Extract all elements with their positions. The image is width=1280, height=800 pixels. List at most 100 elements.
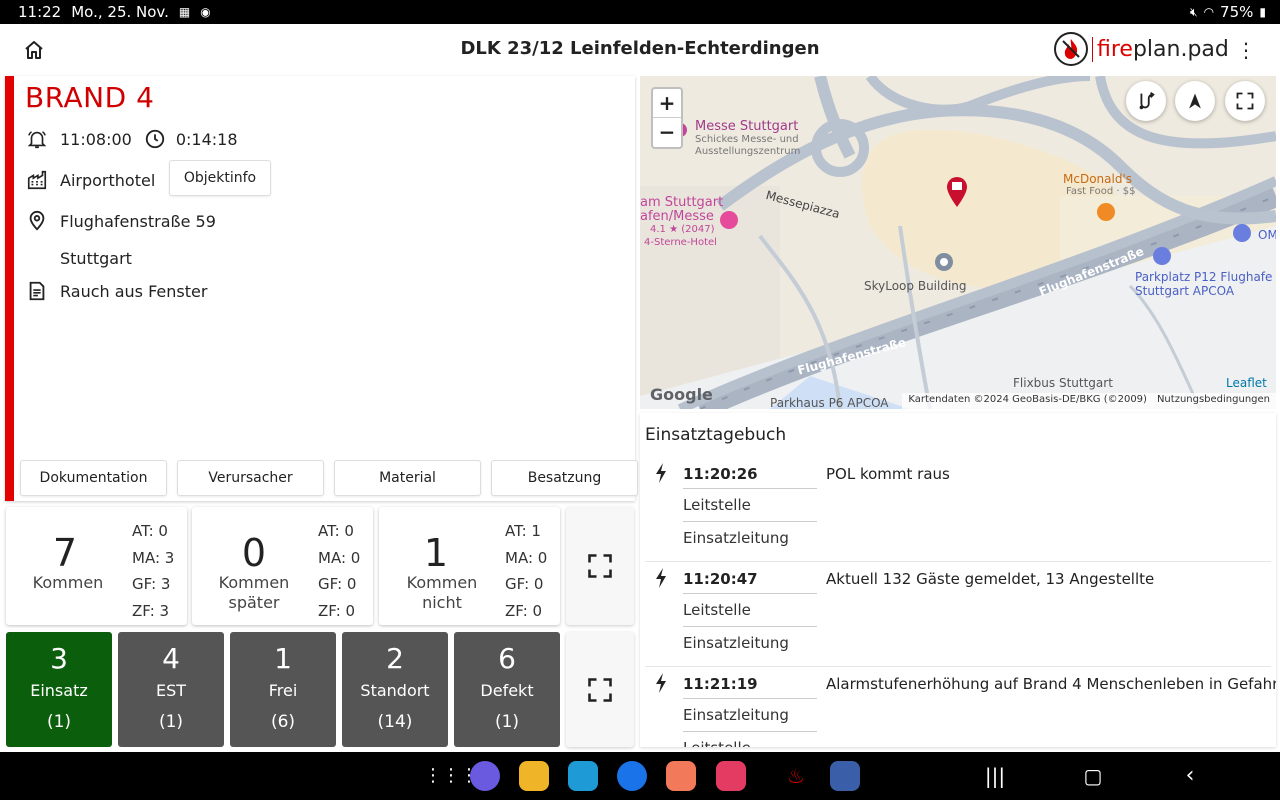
object-name: Airporthotel xyxy=(60,170,156,190)
journal-entry-to: Einsatzleitung xyxy=(683,634,789,652)
vehicle-status-label: Defekt xyxy=(480,681,534,700)
brand-name: fireplan.pad xyxy=(1092,36,1229,62)
crew-button[interactable]: Besatzung xyxy=(491,460,638,496)
documentation-button[interactable]: Dokumentation xyxy=(20,460,167,496)
status-time: 11:22 xyxy=(18,3,62,21)
bolt-icon xyxy=(656,673,666,693)
material-button[interactable]: Material xyxy=(334,460,481,496)
address-street: Flughafenstraße 59 xyxy=(60,211,216,231)
zoom-control: + − xyxy=(651,87,683,149)
map-label-hotel-type: 4-Sterne-Hotel xyxy=(644,237,717,248)
expand-responses-icon[interactable] xyxy=(566,507,634,625)
object-row: Airporthotel xyxy=(26,169,155,191)
vehicle-status-label: Standort xyxy=(360,681,430,700)
description-row: Rauch aus Fenster xyxy=(26,280,207,302)
journal-divider xyxy=(683,626,817,627)
elapsed-time: 0:14:18 xyxy=(175,129,238,149)
response-card-coming-later[interactable]: 0 Kommen später AT: 0 MA: 0 GF: 0 ZF: 0 xyxy=(192,507,373,625)
fireplan-logo-icon xyxy=(1054,32,1088,66)
expand-vehicles-icon[interactable] xyxy=(566,632,634,747)
vehicle-status-einsatz[interactable]: 3 Einsatz (1) xyxy=(6,632,112,747)
calendar-status-icon: ▦ xyxy=(178,5,191,19)
vehicle-status-label: EST xyxy=(155,681,187,700)
incident-actions: Dokumentation Verursacher Material Besat… xyxy=(20,460,638,496)
journal-divider xyxy=(683,593,817,594)
app-drawer-icon[interactable]: ⋮⋮⋮ xyxy=(424,761,478,791)
battery-icon: ▮ xyxy=(1259,5,1266,19)
map-label-messe-sub2: Ausstellungszentrum xyxy=(695,146,801,157)
vehicle-count: 3 xyxy=(50,642,68,675)
zoom-in-button[interactable]: + xyxy=(653,89,681,118)
contacts-app-icon[interactable] xyxy=(666,761,696,791)
polluter-button[interactable]: Verursacher xyxy=(177,460,324,496)
vehicle-status-label: Frei xyxy=(268,681,298,700)
journal-title: Einsatztagebuch xyxy=(645,425,787,445)
incident-map[interactable]: + − Messe Stuttgart Schickes Messe- und … xyxy=(640,76,1276,409)
journal-entry-to: Leitstelle xyxy=(683,739,817,747)
vehicle-status-standort[interactable]: 2 Standort (14) xyxy=(342,632,448,747)
journal-entry[interactable]: 11:20:26 Leitstelle Einsatzleitung POL k… xyxy=(645,457,1271,562)
object-info-button[interactable]: Objektinfo xyxy=(169,160,271,196)
home-nav-icon[interactable]: ▢ xyxy=(1078,761,1108,791)
mute-status-icon: 🔇︎ xyxy=(1190,4,1198,19)
more-vert-icon[interactable]: ⋮ xyxy=(1236,38,1256,62)
zoom-out-button[interactable]: − xyxy=(653,118,681,147)
vehicle-sub-count: (1) xyxy=(158,712,184,732)
vehicle-sub-count: (1) xyxy=(494,712,520,732)
messages-app-icon[interactable] xyxy=(617,761,647,791)
files-app-icon[interactable] xyxy=(519,761,549,791)
brand-logo: fireplan.pad xyxy=(1054,32,1229,66)
camera-app-icon[interactable] xyxy=(716,761,746,791)
journal-entry-time: 11:20:26 xyxy=(683,465,758,483)
incident-journal: Einsatztagebuch 11:20:26 Leitstelle Eins… xyxy=(640,413,1276,747)
map-label-om: OM xyxy=(1258,228,1276,242)
leaflet-link[interactable]: Leaflet xyxy=(1226,376,1267,390)
journal-entry-time: 11:21:19 xyxy=(683,675,758,693)
vehicle-status-est[interactable]: 4 EST (1) xyxy=(118,632,224,747)
map-label-parkhaus: Parkhaus P6 APCOA xyxy=(770,396,889,409)
journal-entry-from: Leitstelle xyxy=(683,601,751,619)
response-label: Kommen nicht xyxy=(406,573,478,612)
response-card-coming[interactable]: 7 Kommen AT: 0 MA: 3 GF: 3 ZF: 3 xyxy=(6,507,187,625)
route-icon[interactable] xyxy=(1126,81,1166,121)
map-label-messe: Messe Stuttgart xyxy=(695,119,799,134)
navigation-arrow-icon[interactable] xyxy=(1175,81,1215,121)
fireplan-app-icon[interactable]: ♨ xyxy=(781,761,811,791)
journal-entry[interactable]: 11:21:19 Einsatzleitung Leitstelle Alarm… xyxy=(645,667,1276,747)
journal-entry-message: Aktuell 132 Gäste gemeldet, 13 Angestell… xyxy=(826,570,1155,588)
map-terms-link[interactable]: Nutzungsbedingungen xyxy=(1157,394,1270,408)
status-date: Mo., 25. Nov. xyxy=(71,3,169,21)
journal-entry-to: Einsatzleitung xyxy=(683,529,789,547)
sync-status-icon: ◉ xyxy=(200,5,211,19)
google-logo: Google xyxy=(650,385,713,404)
response-card-not-coming[interactable]: 1 Kommen nicht AT: 1 MA: 0 GF: 0 ZF: 0 xyxy=(379,507,560,625)
status-bar: 11:22 Mo., 25. Nov. ▦ ◉ 🔇︎ ◠ 75% ▮ xyxy=(0,0,1280,24)
vehicle-status-defekt[interactable]: 6 Defekt (1) xyxy=(454,632,560,747)
internet-app-icon[interactable] xyxy=(470,761,500,791)
bolt-icon xyxy=(656,568,666,588)
journal-entry-message: POL kommt raus xyxy=(826,465,950,483)
document-icon xyxy=(29,281,45,301)
back-nav-icon[interactable]: ‹ xyxy=(1175,761,1205,791)
app-bar: DLK 23/12 Leinfelden-Echterdingen firepl… xyxy=(0,24,1280,76)
calendar-app-icon[interactable] xyxy=(568,761,598,791)
response-count: 7 xyxy=(52,531,78,575)
address-row: Flughafenstraße 59 xyxy=(26,210,216,232)
alarm-times-row: 11:08:00 0:14:18 xyxy=(26,128,238,150)
journal-entry-from: Einsatzleitung xyxy=(683,706,789,724)
map-label-parking: Parkplatz P12 Flughafe xyxy=(1135,270,1273,284)
journal-entry[interactable]: 11:20:47 Leitstelle Einsatzleitung Aktue… xyxy=(645,562,1271,667)
settings-app-icon[interactable] xyxy=(830,761,860,791)
journal-entry-message: Alarmstufenerhöhung auf Brand 4 Menschen… xyxy=(826,675,1276,693)
map-fullscreen-icon[interactable] xyxy=(1225,81,1265,121)
map-label-mcdonalds: McDonald's xyxy=(1063,172,1132,186)
system-nav-bar: ⋮⋮⋮ ♨ ||| ▢ ‹ xyxy=(0,752,1280,800)
map-label-flixbus: Flixbus Stuttgart xyxy=(1013,376,1113,390)
journal-divider xyxy=(683,698,817,699)
response-count: 1 xyxy=(423,531,449,575)
incident-description: Rauch aus Fenster xyxy=(60,281,208,301)
bolt-icon xyxy=(656,463,666,483)
vehicle-status-frei[interactable]: 1 Frei (6) xyxy=(230,632,336,747)
recent-apps-icon[interactable]: ||| xyxy=(980,761,1010,791)
map-label-hotel2: afen/Messe xyxy=(640,209,714,224)
